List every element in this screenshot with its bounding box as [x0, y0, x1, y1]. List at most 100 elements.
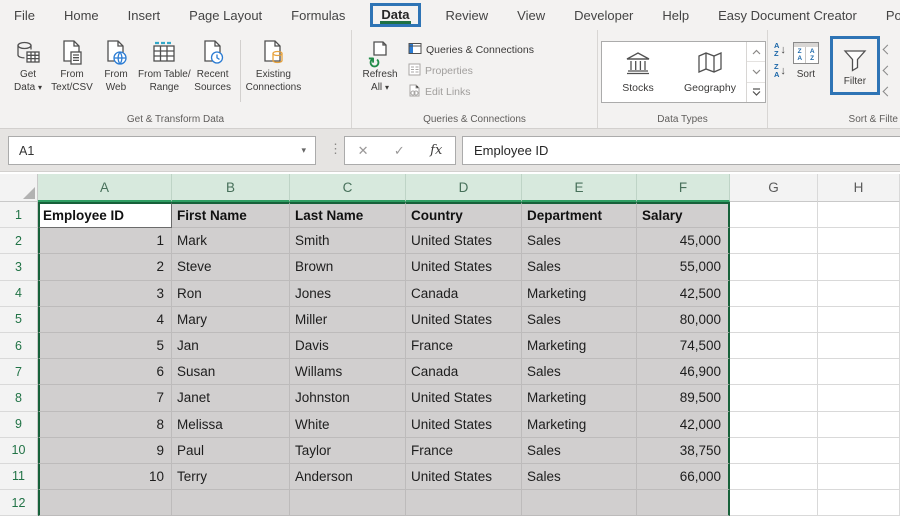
row-header-11[interactable]: 11 [0, 464, 38, 490]
cell-D5[interactable]: United States [406, 307, 522, 333]
cell-A5[interactable]: 4 [38, 307, 172, 333]
cell-A12[interactable] [38, 490, 172, 516]
column-header-B[interactable]: B [172, 174, 290, 202]
cell-B6[interactable]: Jan [172, 333, 290, 359]
cell-H3[interactable] [818, 254, 900, 280]
sort-ascending-button[interactable]: AZ ↓ [774, 42, 786, 57]
cell-H9[interactable] [818, 412, 900, 438]
cell-E5[interactable]: Sales [522, 307, 637, 333]
cell-G3[interactable] [730, 254, 818, 280]
cell-F12[interactable] [637, 490, 730, 516]
from-web-button[interactable]: From Web [94, 34, 138, 93]
cell-A4[interactable]: 3 [38, 281, 172, 307]
cell-D11[interactable]: United States [406, 464, 522, 490]
tab-developer[interactable]: Developer [574, 8, 633, 23]
tab-view[interactable]: View [517, 8, 545, 23]
row-header-5[interactable]: 5 [0, 307, 38, 333]
cell-B8[interactable]: Janet [172, 385, 290, 411]
cell-H10[interactable] [818, 438, 900, 464]
cell-B4[interactable]: Ron [172, 281, 290, 307]
cell-D6[interactable]: France [406, 333, 522, 359]
cell-H1[interactable] [818, 202, 900, 228]
cell-D4[interactable]: Canada [406, 281, 522, 307]
cell-E6[interactable]: Marketing [522, 333, 637, 359]
cell-B10[interactable]: Paul [172, 438, 290, 464]
cell-B1[interactable]: First Name [172, 202, 290, 228]
row-header-10[interactable]: 10 [0, 438, 38, 464]
cell-F2[interactable]: 45,000 [637, 228, 730, 254]
cell-E7[interactable]: Sales [522, 359, 637, 385]
cell-E2[interactable]: Sales [522, 228, 637, 254]
name-box[interactable]: A1 ▾ [8, 136, 316, 165]
cell-H2[interactable] [818, 228, 900, 254]
cell-G9[interactable] [730, 412, 818, 438]
cell-D7[interactable]: Canada [406, 359, 522, 385]
cell-H11[interactable] [818, 464, 900, 490]
cell-G2[interactable] [730, 228, 818, 254]
cell-F6[interactable]: 74,500 [637, 333, 730, 359]
cell-C1[interactable]: Last Name [290, 202, 406, 228]
geography-button[interactable]: Geography [674, 42, 746, 102]
cell-C9[interactable]: White [290, 412, 406, 438]
cell-H12[interactable] [818, 490, 900, 516]
cell-D12[interactable] [406, 490, 522, 516]
cell-H4[interactable] [818, 281, 900, 307]
cell-H5[interactable] [818, 307, 900, 333]
cell-B3[interactable]: Steve [172, 254, 290, 280]
enter-icon[interactable]: ✓ [394, 143, 405, 159]
tab-data-selected[interactable]: Data [381, 7, 409, 22]
row-header-12[interactable]: 12 [0, 490, 38, 516]
cell-D10[interactable]: France [406, 438, 522, 464]
filter-button[interactable]: Filter [838, 41, 872, 88]
get-data-button[interactable]: Get Data ▾ [6, 34, 50, 93]
cell-C2[interactable]: Smith [290, 228, 406, 254]
row-header-7[interactable]: 7 [0, 359, 38, 385]
cell-G4[interactable] [730, 281, 818, 307]
formula-bar-menu-dots-icon[interactable]: ⋮ [329, 141, 342, 157]
tab-file[interactable]: File [14, 8, 35, 23]
cell-C8[interactable]: Johnston [290, 385, 406, 411]
cell-A11[interactable]: 10 [38, 464, 172, 490]
cell-B9[interactable]: Melissa [172, 412, 290, 438]
cell-G6[interactable] [730, 333, 818, 359]
cell-E8[interactable]: Marketing [522, 385, 637, 411]
cell-G12[interactable] [730, 490, 818, 516]
cell-G1[interactable] [730, 202, 818, 228]
cell-B5[interactable]: Mary [172, 307, 290, 333]
tab-review[interactable]: Review [446, 8, 489, 23]
cell-E1[interactable]: Department [522, 202, 637, 228]
cell-C6[interactable]: Davis [290, 333, 406, 359]
cell-A10[interactable]: 9 [38, 438, 172, 464]
cell-C12[interactable] [290, 490, 406, 516]
cell-A6[interactable]: 5 [38, 333, 172, 359]
cell-F10[interactable]: 38,750 [637, 438, 730, 464]
tab-insert[interactable]: Insert [128, 8, 161, 23]
row-header-8[interactable]: 8 [0, 385, 38, 411]
cell-H6[interactable] [818, 333, 900, 359]
cell-A3[interactable]: 2 [38, 254, 172, 280]
cell-G7[interactable] [730, 359, 818, 385]
cell-F9[interactable]: 42,000 [637, 412, 730, 438]
sort-descending-button[interactable]: ZA ↓ [774, 63, 786, 78]
cell-D8[interactable]: United States [406, 385, 522, 411]
cell-E12[interactable] [522, 490, 637, 516]
cancel-icon[interactable]: ✕ [358, 143, 369, 159]
row-header-2[interactable]: 2 [0, 228, 38, 254]
cell-F11[interactable]: 66,000 [637, 464, 730, 490]
tab-easy-document-creator[interactable]: Easy Document Creator [718, 8, 857, 23]
cell-D1[interactable]: Country [406, 202, 522, 228]
cell-C3[interactable]: Brown [290, 254, 406, 280]
tab-formulas[interactable]: Formulas [291, 8, 345, 23]
stocks-button[interactable]: Stocks [602, 42, 674, 102]
cell-H7[interactable] [818, 359, 900, 385]
column-header-G[interactable]: G [730, 174, 818, 202]
cell-D3[interactable]: United States [406, 254, 522, 280]
column-header-F[interactable]: F [637, 174, 730, 202]
row-header-1[interactable]: 1 [0, 202, 38, 228]
cell-A1[interactable]: Employee ID [38, 202, 172, 228]
column-header-H[interactable]: H [818, 174, 900, 202]
gallery-scroll-up-button[interactable] [747, 42, 765, 62]
column-header-E[interactable]: E [522, 174, 637, 202]
cell-A8[interactable]: 7 [38, 385, 172, 411]
cell-A2[interactable]: 1 [38, 228, 172, 254]
